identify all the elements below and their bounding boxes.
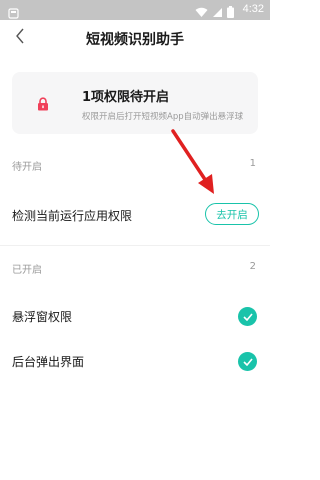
permission-row-label: 后台弹出界面 [12,355,85,369]
lock-icon [36,96,50,111]
enable-button[interactable]: 去开启 [205,203,259,225]
pending-count: 1 [249,158,256,169]
page-title: 短视频识别助手 [86,32,184,48]
enabled-section-label: 已开启 [12,265,42,276]
enabled-count: 2 [249,261,256,272]
permission-summary-card: 1项权限待开启 权限开启后打开短视频App自动弹出悬浮球 [12,72,258,134]
permission-row-label: 检测当前运行应用权限 [12,209,133,223]
pending-section-label: 待开启 [12,162,42,173]
arrow-annotation [171,129,214,194]
permission-row-label: 悬浮窗权限 [12,310,73,324]
divider [0,245,270,246]
summary-description: 权限开启后打开短视频App自动弹出悬浮球 [82,112,244,122]
header: 短视频识别助手 [0,20,270,56]
status-time: 4:32 [242,3,264,15]
check-icon [238,307,257,326]
summary-title: 1项权限待开启 [82,90,170,105]
check-icon [238,352,257,371]
status-bar: 4:32 [0,0,270,20]
